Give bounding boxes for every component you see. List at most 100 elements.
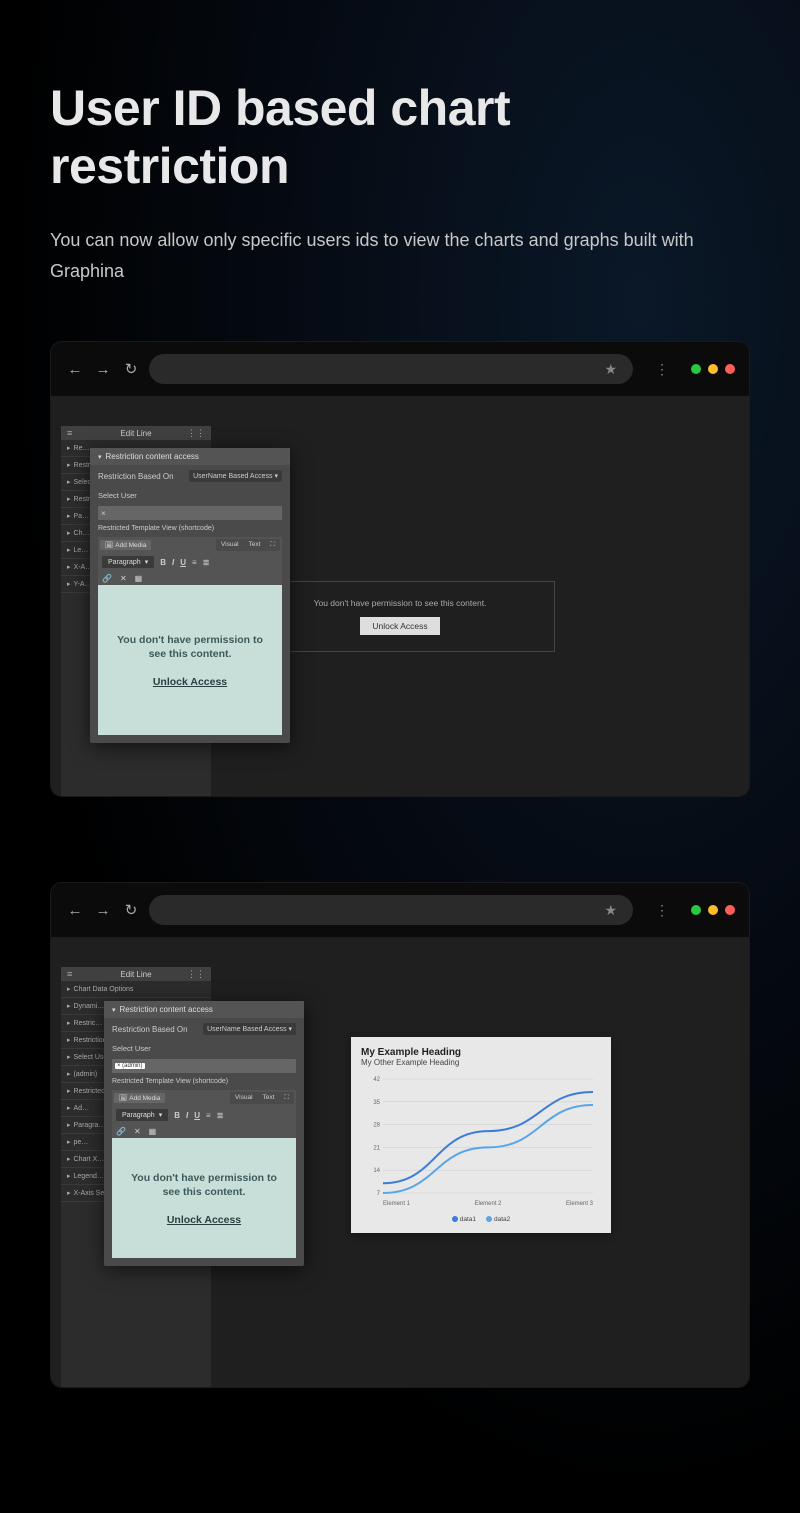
link-icon[interactable]: 🔗 — [116, 1127, 126, 1136]
forward-icon[interactable]: → — [93, 902, 113, 919]
plus-icon: × — [101, 509, 106, 518]
media-icon: 🖼 — [119, 1094, 127, 1102]
restricted-template-label: Restricted Template View (shortcode) — [104, 1075, 304, 1088]
browser-window-2: ← → ↻ ★ ⋮ ≡ Edit Line ⋮⋮ ▸Chart Data Opt… — [50, 882, 750, 1388]
popup-header[interactable]: ▾ Restriction content access — [104, 1001, 304, 1018]
url-bar[interactable]: ★ — [149, 354, 633, 384]
max-icon[interactable] — [708, 364, 718, 374]
chrome-toolbar: ← → ↻ ★ ⋮ — [51, 342, 749, 396]
svg-text:21: 21 — [373, 1146, 380, 1152]
chart-preview-card: My Example Heading My Other Example Head… — [351, 1037, 611, 1233]
align-icon[interactable]: ▦ — [135, 574, 143, 583]
line-chart: 71421283542Element 1Element 2Element 3 — [361, 1071, 601, 1211]
align-icon[interactable]: ▦ — [149, 1127, 157, 1136]
back-icon[interactable]: ← — [65, 902, 85, 919]
chrome-toolbar: ← → ↻ ★ ⋮ — [51, 883, 749, 937]
list-icon[interactable]: ≡ — [206, 1111, 211, 1120]
link-icon[interactable]: 🔗 — [102, 574, 112, 583]
apps-icon[interactable]: ⋮⋮ — [187, 969, 205, 980]
url-bar[interactable]: ★ — [149, 895, 633, 925]
browser-window-1: ← → ↻ ★ ⋮ ≡ Edit Line ⋮⋮ ▸Re…▸Restric…▸S… — [50, 341, 750, 797]
tab-visual[interactable]: Visual — [216, 539, 244, 551]
italic-icon[interactable]: I — [172, 558, 174, 567]
menu-icon[interactable]: ≡ — [67, 428, 72, 438]
svg-text:Element 1: Element 1 — [383, 1201, 411, 1207]
page-subtitle: You can now allow only specific users id… — [50, 225, 750, 286]
paragraph-select[interactable]: Paragraph ▾ — [102, 556, 154, 568]
restriction-based-select[interactable]: UserName Based Access ▾ — [189, 470, 282, 482]
tab-text[interactable]: Text — [244, 539, 266, 551]
close-icon[interactable] — [725, 364, 735, 374]
kebab-menu-icon[interactable]: ⋮ — [655, 361, 669, 378]
add-media-button[interactable]: 🖼 Add Media — [114, 1093, 165, 1103]
svg-text:7: 7 — [377, 1191, 381, 1197]
svg-text:35: 35 — [373, 1100, 380, 1106]
svg-text:42: 42 — [373, 1077, 380, 1083]
restriction-based-select[interactable]: UserName Based Access ▾ — [203, 1023, 296, 1035]
chevron-down-icon: ▾ — [288, 1025, 292, 1033]
paragraph-select[interactable]: Paragraph ▾ — [116, 1109, 168, 1121]
preview-message: You don't have permission to see this co… — [122, 1171, 286, 1200]
reload-icon[interactable]: ↻ — [121, 360, 141, 378]
back-icon[interactable]: ← — [65, 361, 85, 378]
preview-box: You don't have permission to see this co… — [98, 585, 282, 735]
select-user-input[interactable]: × (admin) — [112, 1059, 296, 1073]
chevron-down-icon: ▾ — [145, 558, 149, 566]
fullscreen-icon[interactable]: ⛶ — [279, 1092, 294, 1104]
svg-text:28: 28 — [373, 1123, 380, 1129]
close-icon[interactable] — [725, 905, 735, 915]
min-icon[interactable] — [691, 905, 701, 915]
numbered-list-icon[interactable]: ≣ — [203, 558, 210, 567]
add-media-button[interactable]: 🖼 Add Media — [100, 540, 151, 550]
numbered-list-icon[interactable]: ≣ — [217, 1111, 224, 1120]
expand-icon[interactable]: ✕ — [134, 1127, 141, 1136]
unlock-access-button[interactable]: Unlock Access — [360, 617, 439, 635]
star-icon[interactable]: ★ — [604, 361, 617, 378]
paragraph-label: Paragraph — [122, 1112, 155, 1119]
traffic-lights — [691, 905, 735, 915]
unlock-access-link[interactable]: Unlock Access — [167, 1214, 241, 1226]
max-icon[interactable] — [708, 905, 718, 915]
add-media-label: Add Media — [129, 1095, 160, 1102]
restriction-based-label: Restriction Based On — [98, 472, 174, 481]
list-icon[interactable]: ≡ — [192, 558, 197, 567]
expand-icon[interactable]: ✕ — [120, 574, 127, 583]
kebab-menu-icon[interactable]: ⋮ — [655, 902, 669, 919]
chevron-down-icon: ▾ — [112, 1006, 116, 1014]
popup-header[interactable]: ▾ Restriction content access — [90, 448, 290, 465]
chevron-down-icon: ▾ — [274, 472, 278, 480]
unlock-access-link[interactable]: Unlock Access — [153, 676, 227, 688]
reload-icon[interactable]: ↻ — [121, 901, 141, 919]
star-icon[interactable]: ★ — [604, 902, 617, 919]
underline-icon[interactable]: U — [180, 558, 186, 567]
fullscreen-icon[interactable]: ⛶ — [265, 539, 280, 551]
preview-message: You don't have permission to see this co… — [108, 633, 272, 662]
forward-icon[interactable]: → — [93, 361, 113, 378]
preview-box: You don't have permission to see this co… — [112, 1138, 296, 1258]
restriction-based-value: UserName Based Access — [193, 473, 272, 480]
chart-subheading: My Other Example Heading — [361, 1058, 601, 1067]
popup-header-label: Restriction content access — [106, 452, 199, 461]
panel-section-item[interactable]: ▸Chart Data Options — [61, 981, 211, 998]
user-tag-admin[interactable]: × (admin) — [115, 1063, 145, 1069]
bold-icon[interactable]: B — [174, 1111, 180, 1120]
apps-icon[interactable]: ⋮⋮ — [187, 428, 205, 439]
svg-text:14: 14 — [373, 1168, 380, 1174]
menu-icon[interactable]: ≡ — [67, 969, 72, 979]
paragraph-label: Paragraph — [108, 559, 141, 566]
italic-icon[interactable]: I — [186, 1111, 188, 1120]
canvas-message: You don't have permission to see this co… — [270, 598, 530, 608]
popup-header-label: Restriction content access — [120, 1005, 213, 1014]
panel-title: Edit Line — [120, 970, 151, 979]
underline-icon[interactable]: U — [194, 1111, 200, 1120]
panel-title: Edit Line — [120, 429, 151, 438]
tab-visual[interactable]: Visual — [230, 1092, 258, 1104]
tab-text[interactable]: Text — [258, 1092, 280, 1104]
chart-legend: data1data2 — [361, 1216, 601, 1223]
select-user-input[interactable]: × — [98, 506, 282, 520]
restriction-based-label: Restriction Based On — [112, 1025, 188, 1034]
bold-icon[interactable]: B — [160, 558, 166, 567]
min-icon[interactable] — [691, 364, 701, 374]
svg-text:Element 2: Element 2 — [474, 1201, 502, 1207]
media-icon: 🖼 — [105, 541, 113, 549]
